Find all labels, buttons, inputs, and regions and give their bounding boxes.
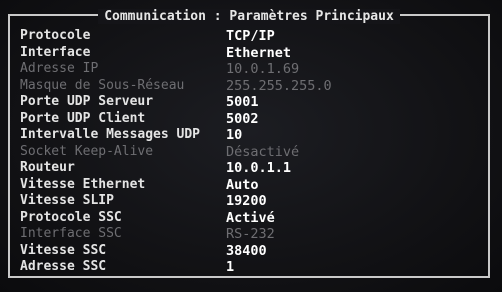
setting-row-intervalle-udp[interactable]: Intervalle Messages UDP 10 bbox=[20, 127, 478, 144]
setting-value[interactable]: 19200 bbox=[226, 193, 267, 210]
setting-value[interactable]: 1 bbox=[226, 259, 234, 276]
setting-label: Intervalle Messages UDP bbox=[20, 127, 201, 142]
setting-row-protocole-ssc[interactable]: Protocole SSC Activé bbox=[20, 210, 478, 227]
setting-label: Vitesse SSC bbox=[20, 242, 107, 258]
setting-label: Porte UDP Serveur bbox=[20, 94, 154, 109]
setting-row-routeur[interactable]: Routeur 10.0.1.1 bbox=[20, 160, 478, 177]
setting-value[interactable]: TCP/IP bbox=[226, 28, 275, 45]
setting-label: Porte UDP Client bbox=[20, 110, 146, 126]
setting-row-interface[interactable]: Interface Ethernet bbox=[20, 45, 478, 62]
setting-row-vitesse-slip[interactable]: Vitesse SLIP 19200 bbox=[20, 193, 478, 210]
setting-label: Interface bbox=[20, 44, 91, 60]
settings-panel: Communication : Paramètres Principaux Pr… bbox=[8, 9, 490, 278]
setting-label: Socket Keep-Alive bbox=[20, 143, 154, 159]
setting-row-keep-alive: Socket Keep-Alive Désactivé bbox=[20, 144, 478, 161]
setting-row-interface-ssc: Interface SSC RS-232 bbox=[20, 226, 478, 243]
setting-value[interactable]: Activé bbox=[226, 210, 275, 227]
setting-label: Interface SSC bbox=[20, 226, 122, 241]
setting-value[interactable]: 5001 bbox=[226, 94, 259, 111]
setting-row-adresse-ip: Adresse IP 10.0.1.69 bbox=[20, 61, 478, 78]
setting-value: RS-232 bbox=[226, 226, 275, 242]
setting-label: Adresse IP bbox=[20, 61, 99, 76]
setting-value[interactable]: Ethernet bbox=[226, 45, 291, 62]
setting-value: 10.0.1.69 bbox=[226, 61, 300, 77]
setting-row-porte-udp-serveur[interactable]: Porte UDP Serveur 5001 bbox=[20, 94, 478, 111]
panel-title: Communication : Paramètres Principaux bbox=[98, 9, 400, 24]
setting-label: Protocole SSC bbox=[20, 209, 122, 225]
setting-value[interactable]: 38400 bbox=[226, 243, 267, 260]
setting-row-vitesse-ssc[interactable]: Vitesse SSC 38400 bbox=[20, 243, 478, 260]
setting-value[interactable]: Auto bbox=[226, 177, 259, 194]
setting-value: 255.255.255.0 bbox=[226, 77, 332, 94]
setting-label: Adresse SSC bbox=[20, 259, 107, 274]
setting-row-porte-udp-client[interactable]: Porte UDP Client 5002 bbox=[20, 111, 478, 128]
settings-list: Protocole TCP/IP Interface Ethernet Adre… bbox=[20, 28, 478, 276]
setting-label: Masque de Sous-Réseau bbox=[20, 77, 185, 93]
setting-label: Vitesse Ethernet bbox=[20, 176, 146, 192]
panel-title-bar: Communication : Paramètres Principaux bbox=[10, 6, 488, 26]
setting-value[interactable]: 10 bbox=[226, 127, 242, 144]
setting-row-vitesse-ethernet[interactable]: Vitesse Ethernet Auto bbox=[20, 177, 478, 194]
setting-value[interactable]: 10.0.1.1 bbox=[226, 160, 291, 177]
setting-label: Routeur bbox=[20, 160, 75, 175]
setting-row-masque: Masque de Sous-Réseau 255.255.255.0 bbox=[20, 78, 478, 95]
setting-row-adresse-ssc[interactable]: Adresse SSC 1 bbox=[20, 259, 478, 276]
setting-label: Vitesse SLIP bbox=[20, 193, 114, 208]
setting-value[interactable]: 5002 bbox=[226, 111, 259, 128]
terminal-screen: Communication : Paramètres Principaux Pr… bbox=[0, 0, 502, 292]
setting-value: Désactivé bbox=[226, 143, 300, 160]
setting-label: Protocole bbox=[20, 28, 91, 43]
setting-row-protocole[interactable]: Protocole TCP/IP bbox=[20, 28, 478, 45]
